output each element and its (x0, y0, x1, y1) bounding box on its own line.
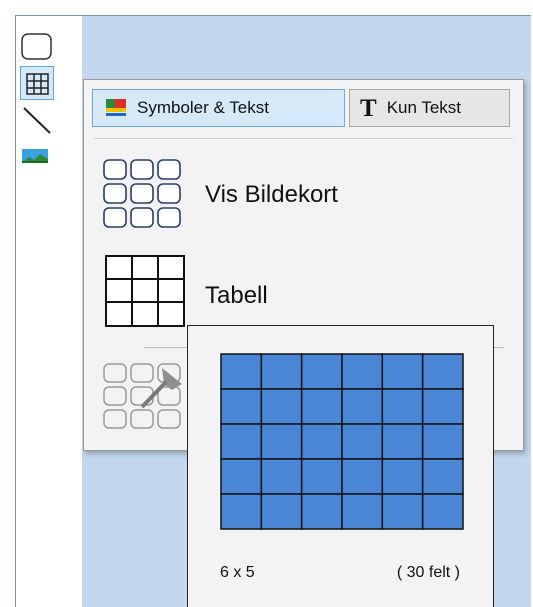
table-grid-cell[interactable] (220, 353, 263, 390)
image-icon (22, 149, 48, 163)
table-icon (105, 255, 185, 327)
image-tool-button[interactable] (20, 138, 54, 172)
table-grid-cell[interactable] (260, 388, 303, 425)
line-tool-button[interactable] (20, 102, 54, 136)
symbols-icon (105, 98, 127, 118)
table-grid-cell[interactable] (300, 423, 343, 460)
table-grid-cell[interactable] (421, 458, 464, 495)
text-only-label: Kun Tekst (386, 98, 462, 117)
menu-item-label: Tabell (205, 282, 268, 309)
symbols-and-text-button[interactable]: Symboler & Tekst (92, 89, 345, 127)
table-dimensions-label: 6 x 5 (220, 564, 255, 581)
rounded-rect-icon (21, 33, 52, 60)
table-grid-cell[interactable] (220, 458, 263, 495)
table-grid-cell[interactable] (381, 458, 424, 495)
table-grid-cell[interactable] (260, 353, 303, 390)
table-grid-cell[interactable] (421, 423, 464, 460)
table-grid-cell[interactable] (421, 493, 464, 530)
line-icon (23, 107, 51, 134)
table-grid-preview[interactable] (220, 353, 464, 530)
text-only-button[interactable]: T Kun Tekst (349, 89, 510, 127)
table-grid-cell[interactable] (341, 388, 384, 425)
table-grid-cell[interactable] (260, 423, 303, 460)
table-grid-cell[interactable] (341, 493, 384, 530)
left-toolbar (16, 16, 82, 607)
table-grid-cell[interactable] (381, 493, 424, 530)
table-cell-count-label: ( 30 felt ) (396, 564, 460, 581)
table-grid-cell[interactable] (260, 493, 303, 530)
table-grid-cell[interactable] (341, 423, 384, 460)
table-tool-button[interactable] (20, 66, 54, 100)
table-grid-cell[interactable] (300, 388, 343, 425)
table-grid-cell[interactable] (300, 493, 343, 530)
table-grid-cell[interactable] (421, 353, 464, 390)
card-grid-icon (103, 159, 181, 228)
menu-item-label: Vis Bildekort (205, 181, 338, 208)
table-grid-cell[interactable] (220, 423, 263, 460)
rectangle-tool-button[interactable] (20, 30, 54, 64)
table-grid-cell[interactable] (381, 423, 424, 460)
app-window: Symboler & Tekst T Kun Tekst Vis Bildeko… (15, 15, 531, 607)
table-grid-cell[interactable] (300, 458, 343, 495)
table-grid-cell[interactable] (300, 353, 343, 390)
table-grid-cell[interactable] (341, 458, 384, 495)
pinned-card-grid-icon (103, 363, 182, 429)
symbols-and-text-label: Symboler & Tekst (137, 98, 269, 117)
table-grid-cell[interactable] (341, 353, 384, 390)
table-grid-cell[interactable] (381, 353, 424, 390)
menu-item-show-picture-cards[interactable]: Vis Bildekort (84, 154, 523, 238)
table-grid-cell[interactable] (220, 493, 263, 530)
table-grid-cell[interactable] (421, 388, 464, 425)
table-grid-cell[interactable] (220, 388, 263, 425)
table-grid-cell[interactable] (381, 388, 424, 425)
table-size-picker: 6 x 5 ( 30 felt ) (187, 325, 494, 607)
grid-icon (26, 73, 49, 95)
separator (94, 138, 513, 139)
menu-item-table[interactable]: Tabell (84, 248, 523, 332)
table-grid-cell[interactable] (260, 458, 303, 495)
text-t-icon: T (360, 94, 377, 122)
